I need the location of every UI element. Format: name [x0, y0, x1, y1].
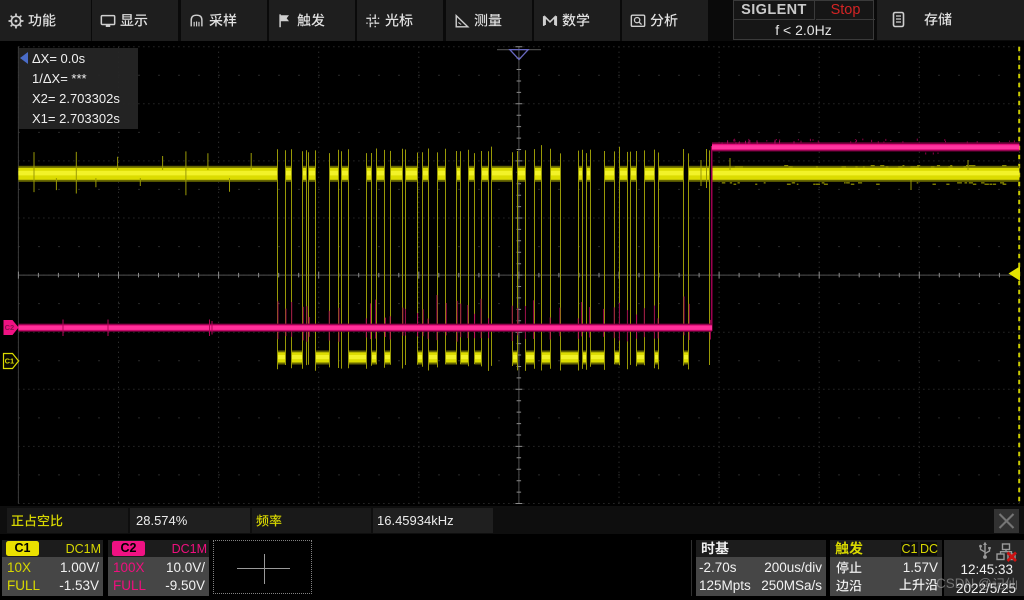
- svg-text:C2: C2: [5, 323, 15, 332]
- svg-text:C1: C1: [5, 357, 15, 366]
